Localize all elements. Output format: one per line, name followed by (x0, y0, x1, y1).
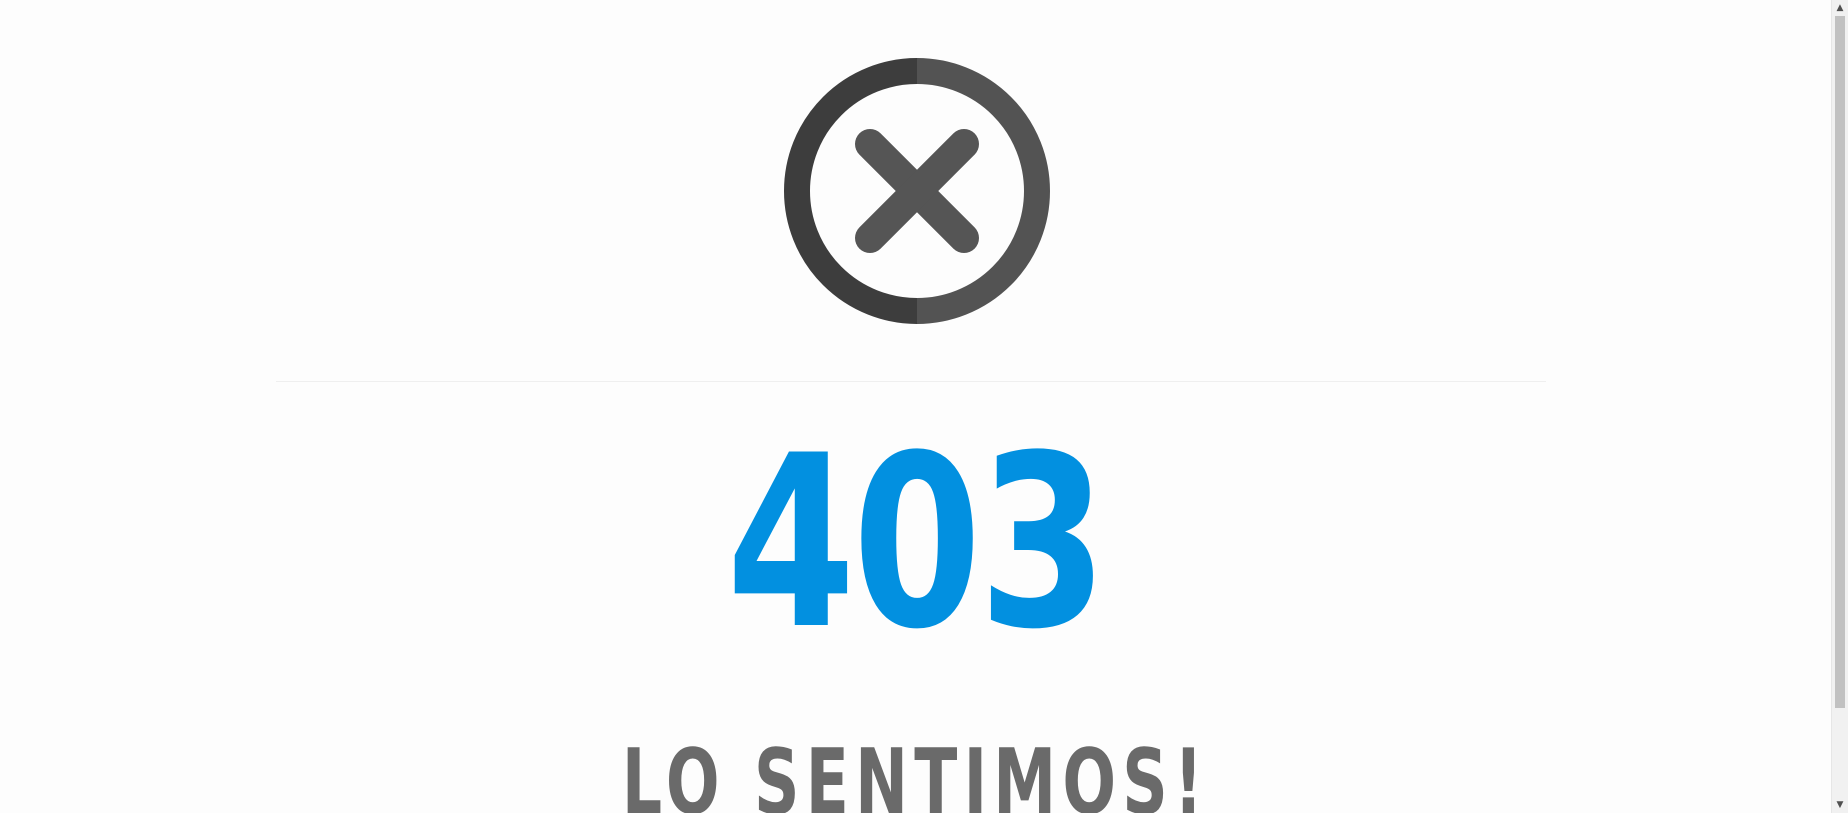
scroll-down-icon[interactable]: ▼ (1832, 798, 1848, 812)
divider (276, 381, 1546, 382)
error-message: LO SENTIMOS! (621, 730, 1210, 813)
vertical-scrollbar[interactable]: ▲ ▼ (1831, 0, 1848, 813)
error-code: 403 (726, 405, 1107, 682)
error-page: 403 LO SENTIMOS! (0, 0, 1831, 813)
scroll-up-icon[interactable]: ▲ (1832, 1, 1848, 15)
circle-x-icon (783, 57, 1051, 325)
scroll-thumb[interactable] (1835, 16, 1845, 708)
